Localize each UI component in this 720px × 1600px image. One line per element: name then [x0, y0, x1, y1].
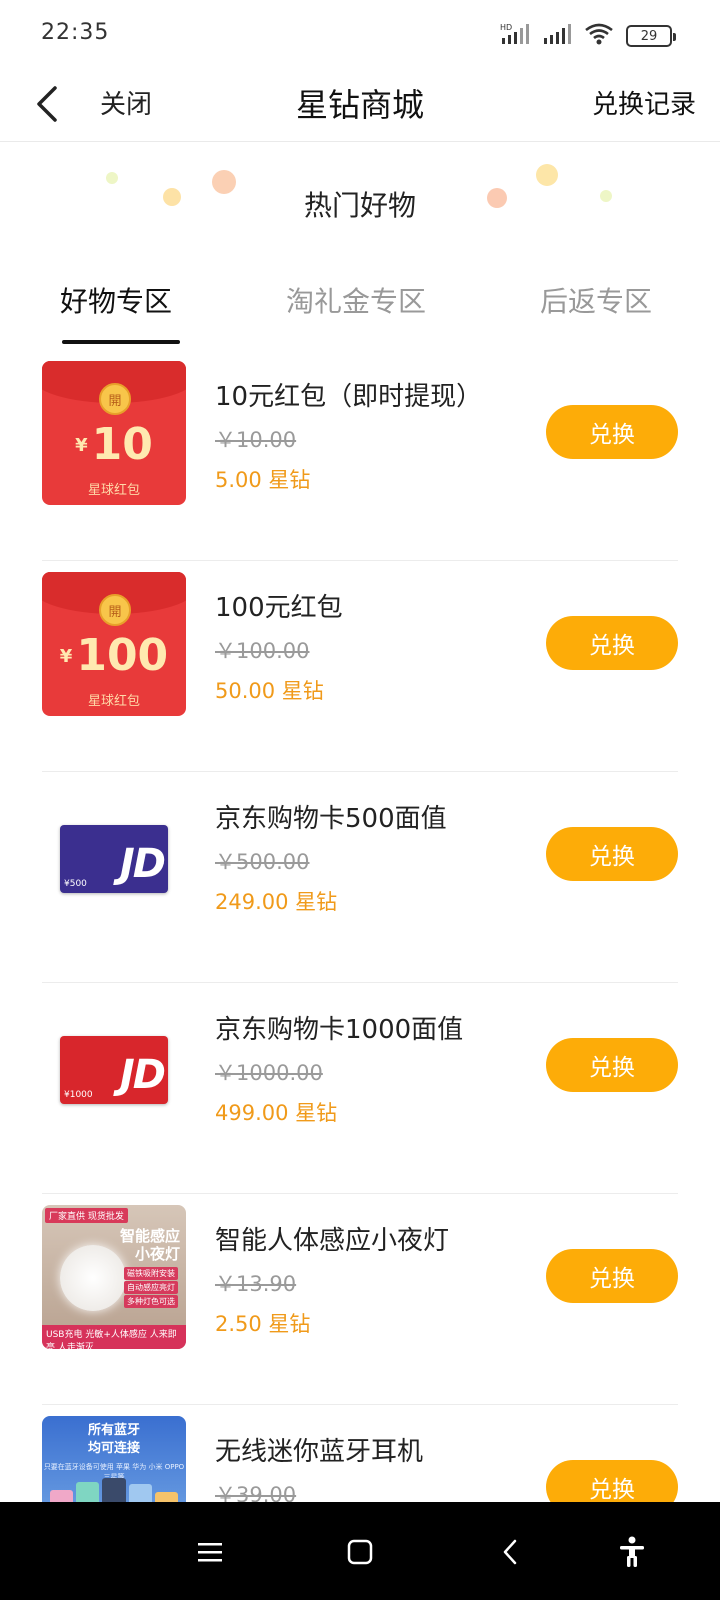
wifi-icon [584, 22, 614, 50]
card-denomination: ¥1000 [64, 1090, 93, 1100]
thumb-headline: 智能感应 [119, 1227, 180, 1245]
product-thumbnail: JD ¥1000 [42, 994, 186, 1138]
phones-illustration [50, 1478, 179, 1502]
original-price: ￥1000.00 [215, 1061, 323, 1085]
list-item[interactable]: 厂家直供 现货批发 智能感应 小夜灯 磁铁吸附安装 自动感应亮灯 多种灯色可选 U… [0, 1194, 720, 1405]
back-button[interactable] [22, 78, 72, 130]
tab-cashback[interactable]: 后返专区 [540, 280, 652, 320]
battery-level: 29 [640, 28, 658, 44]
tab-bar: 好物专区 淘礼金专区 后返专区 [0, 270, 720, 346]
active-tab-indicator [62, 340, 180, 344]
list-item[interactable]: JD ¥1000 京东购物卡1000面值 ￥1000.00 499.00 星钻 … [0, 983, 720, 1194]
page-title: 星钻商城 [295, 86, 424, 124]
network-label: HD [500, 23, 512, 32]
section-header: 热门好物 [0, 150, 720, 260]
battery-icon: 29 [626, 25, 676, 47]
redeem-button[interactable]: 兑换 [546, 405, 678, 459]
redeem-button[interactable]: 兑换 [546, 1249, 678, 1303]
redeem-button[interactable]: 兑换 [546, 616, 678, 670]
menu-icon[interactable] [190, 1532, 230, 1572]
chevron-left-icon [37, 86, 57, 122]
product-name: 京东购物卡1000面值 [215, 1015, 464, 1045]
thumb-headline: 均可连接 [87, 1441, 140, 1456]
decor-dot [536, 164, 558, 186]
thumb-headline: 所有蓝牙 [87, 1423, 140, 1438]
thumb-headline: 小夜灯 [134, 1245, 180, 1263]
status-time: 22:35 [41, 20, 110, 45]
product-thumbnail: 厂家直供 现货批发 智能感应 小夜灯 磁铁吸附安装 自动感应亮灯 多种灯色可选 U… [42, 1205, 186, 1349]
envelope-caption: 星球红包 [87, 483, 140, 498]
list-item[interactable]: JD ¥500 京东购物卡500面值 ￥500.00 249.00 星钻 兑换 [0, 772, 720, 983]
list-item[interactable]: 開 ¥10 星球红包 10元红包（即时提现） ￥10.00 5.00 星钻 兑换 [0, 350, 720, 561]
red-envelope-image: 開 ¥10 星球红包 [42, 361, 186, 505]
tab-good-products[interactable]: 好物专区 [60, 280, 172, 320]
product-name: 无线迷你蓝牙耳机 [215, 1437, 424, 1467]
feature-tag: 自动感应亮灯 [124, 1281, 178, 1294]
exchange-records-button[interactable]: 兑换记录 [592, 84, 696, 121]
product-name: 10元红包（即时提现） [215, 382, 483, 412]
accessibility-icon[interactable] [612, 1532, 652, 1572]
envelope-currency: ¥ [75, 435, 88, 456]
back-icon[interactable] [490, 1532, 530, 1572]
envelope-amount: 10 [91, 419, 153, 470]
thumb-footnote: USB充电 光敏+人体感应 [46, 1330, 147, 1340]
home-icon[interactable] [340, 1532, 380, 1572]
star-diamond-price: 2.50 星钻 [215, 1312, 311, 1336]
original-price: ￥13.90 [215, 1272, 297, 1296]
jd-logo: JD [119, 841, 166, 887]
hd-signal-icon: HD [500, 22, 530, 50]
system-nav-bar [0, 1502, 720, 1600]
redeem-button[interactable]: 兑换 [546, 1460, 678, 1502]
section-title: 热门好物 [303, 189, 416, 222]
redeem-button[interactable]: 兑换 [546, 1038, 678, 1092]
promo-tag: 厂家直供 现货批发 [45, 1208, 128, 1223]
decor-dot [106, 172, 118, 184]
status-bar: 22:35 HD 29 [0, 0, 720, 70]
original-price: ￥10.00 [215, 428, 297, 452]
product-name: 京东购物卡500面值 [215, 804, 447, 834]
product-thumbnail: 開 ¥100 星球红包 [42, 572, 186, 716]
feature-tag: 多种灯色可选 [124, 1295, 178, 1308]
status-icons: HD 29 [500, 22, 676, 50]
nav-bar: 关闭 星钻商城 兑换记录 [0, 70, 720, 142]
product-thumbnail: JD ¥500 [42, 783, 186, 927]
star-diamond-price: 499.00 星钻 [215, 1101, 338, 1125]
tab-tao-gift[interactable]: 淘礼金专区 [286, 280, 426, 320]
envelope-caption: 星球红包 [87, 694, 140, 709]
jd-card-image: JD ¥1000 [60, 1036, 168, 1104]
earphone-image: 所有蓝牙 均可连接 只要在蓝牙设备可使用 苹果 华为 小米 OPPO 三星等 [42, 1416, 186, 1502]
envelope-currency: ¥ [59, 646, 73, 667]
feature-tag: 磁铁吸附安装 [124, 1267, 178, 1280]
product-name: 100元红包 [215, 593, 343, 623]
jd-card-image: JD ¥500 [60, 825, 168, 893]
product-thumbnail: 開 ¥10 星球红包 [42, 361, 186, 505]
red-envelope-image: 開 ¥100 星球红包 [42, 572, 186, 716]
list-item[interactable]: 開 ¥100 星球红包 100元红包 ￥100.00 50.00 星钻 兑换 [0, 561, 720, 772]
jd-logo: JD [119, 1052, 166, 1098]
lamp-icon [60, 1245, 126, 1311]
coin-icon: 開 [99, 594, 131, 626]
product-name: 智能人体感应小夜灯 [215, 1226, 450, 1256]
original-price: ￥39.00 [215, 1483, 297, 1502]
original-price: ￥500.00 [215, 850, 310, 874]
envelope-amount: 100 [76, 630, 169, 681]
product-thumbnail: 所有蓝牙 均可连接 只要在蓝牙设备可使用 苹果 华为 小米 OPPO 三星等 [42, 1416, 186, 1502]
signal-icon [542, 23, 572, 49]
star-diamond-price: 5.00 星钻 [215, 468, 311, 492]
original-price: ￥100.00 [215, 639, 310, 663]
redeem-button[interactable]: 兑换 [546, 827, 678, 881]
star-diamond-price: 50.00 星钻 [215, 679, 324, 703]
star-diamond-price: 249.00 星钻 [215, 890, 338, 914]
list-item[interactable]: 所有蓝牙 均可连接 只要在蓝牙设备可使用 苹果 华为 小米 OPPO 三星等 无线… [0, 1405, 720, 1502]
product-list: 開 ¥10 星球红包 10元红包（即时提现） ￥10.00 5.00 星钻 兑换… [0, 350, 720, 1502]
night-light-image: 厂家直供 现货批发 智能感应 小夜灯 磁铁吸附安装 自动感应亮灯 多种灯色可选 U… [42, 1205, 186, 1349]
close-button[interactable]: 关闭 [100, 84, 152, 121]
coin-icon: 開 [99, 383, 131, 415]
card-denomination: ¥500 [64, 879, 87, 889]
